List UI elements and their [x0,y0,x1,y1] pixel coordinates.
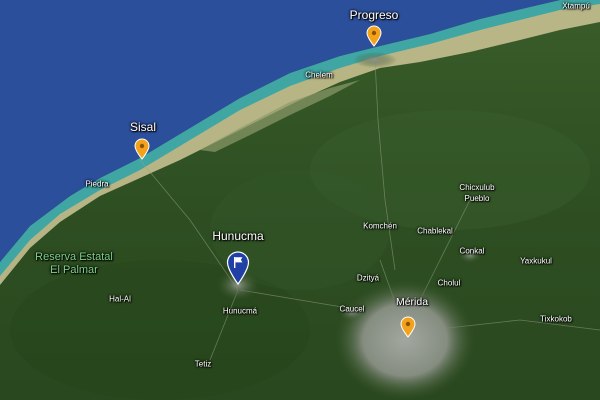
progreso-marker[interactable] [366,25,382,52]
place-pin-icon [134,138,150,160]
label-piedra[interactable]: Piedra [85,180,108,189]
label-reserva-line2: El Palmar [50,264,98,276]
label-reserva-line1: Reserva Estatal [35,251,113,263]
label-caucel[interactable]: Caucel [340,305,365,314]
label-hunucma-town[interactable]: Hunucmá [223,307,257,316]
label-chelem[interactable]: Chelem [305,71,333,80]
label-hal-al[interactable]: Hal-Al [109,295,131,304]
merida-marker[interactable] [400,316,416,343]
label-tixkokob[interactable]: Tixkokob [540,315,572,324]
label-progreso[interactable]: Progreso [350,8,399,22]
label-reserva-estatal[interactable]: Reserva Estatal El Palmar [35,251,113,277]
label-chicxulub-line2: Pueblo [464,194,490,203]
flag-pin-icon [226,251,250,286]
label-chablekal[interactable]: Chablekal [417,227,453,236]
label-yaxkukul[interactable]: Yaxkukul [520,257,552,266]
sisal-marker[interactable] [134,138,150,165]
satellite-terrain [0,0,600,400]
label-merida[interactable]: Mérida [396,296,428,308]
label-tetiz[interactable]: Tetiz [195,360,211,369]
progreso-urban [353,52,397,68]
label-sisal[interactable]: Sisal [130,120,156,134]
label-xtampu[interactable]: Xtampú [562,2,590,11]
satellite-map[interactable]: Progreso Xtampú Chelem Sisal Piedra Rese… [0,0,600,400]
place-pin-icon [366,25,382,47]
place-pin-icon [400,316,416,338]
label-hunucma-title[interactable]: Hunucma [212,229,263,243]
label-chicxulub-line1: Chicxulub [459,183,495,192]
label-conkal[interactable]: Conkal [460,247,485,256]
label-cholul[interactable]: Cholul [438,279,461,288]
label-komchen[interactable]: Komchén [363,222,397,231]
label-dzitya[interactable]: Dzityá [357,274,379,283]
hunucma-marker[interactable] [226,251,250,290]
label-chicxulub-pueblo[interactable]: Chicxulub Pueblo [459,182,494,204]
